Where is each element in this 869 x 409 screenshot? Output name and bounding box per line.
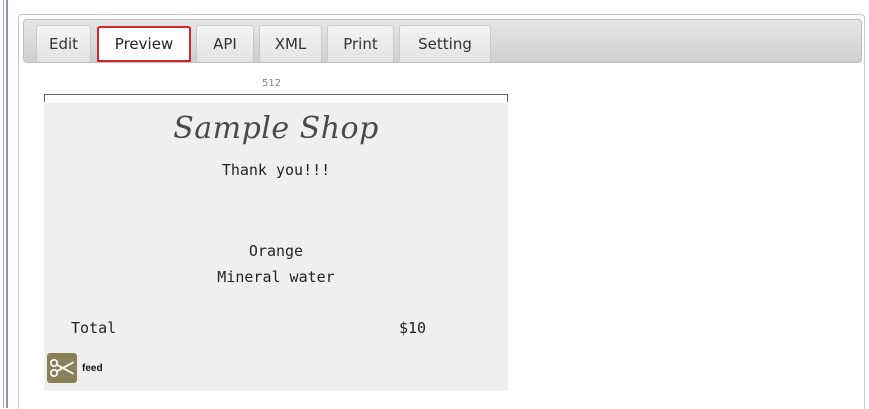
item-line: Mineral water bbox=[217, 268, 335, 286]
total-label: Total bbox=[71, 319, 117, 337]
tab-preview[interactable]: Preview bbox=[97, 26, 191, 62]
scissors-icon[interactable] bbox=[47, 353, 77, 383]
paper-width-label: 512 bbox=[262, 78, 282, 89]
total-value: $10 bbox=[399, 319, 427, 337]
left-rail bbox=[0, 0, 10, 408]
thanks-line: Thank you!!! bbox=[221, 161, 331, 179]
item-line: Orange bbox=[248, 242, 304, 260]
feed-label: feed bbox=[82, 363, 103, 374]
tab-print[interactable]: Print bbox=[327, 25, 394, 62]
tab-xml[interactable]: XML bbox=[259, 25, 322, 62]
rail-line bbox=[6, 0, 8, 408]
tab-setting[interactable]: Setting bbox=[399, 25, 491, 62]
shop-name: Sample Shop bbox=[173, 111, 379, 146]
tab-bar: Edit Preview API XML Print Setting bbox=[23, 19, 862, 63]
tab-edit[interactable]: Edit bbox=[36, 25, 91, 62]
rail-line bbox=[3, 0, 4, 408]
tab-api[interactable]: API bbox=[196, 25, 254, 62]
scissors-icon-glyph bbox=[49, 358, 74, 378]
receipt-preview: Sample Shop Thank you!!! Orange Mineral … bbox=[44, 103, 508, 391]
paper-width-ruler bbox=[44, 94, 508, 102]
